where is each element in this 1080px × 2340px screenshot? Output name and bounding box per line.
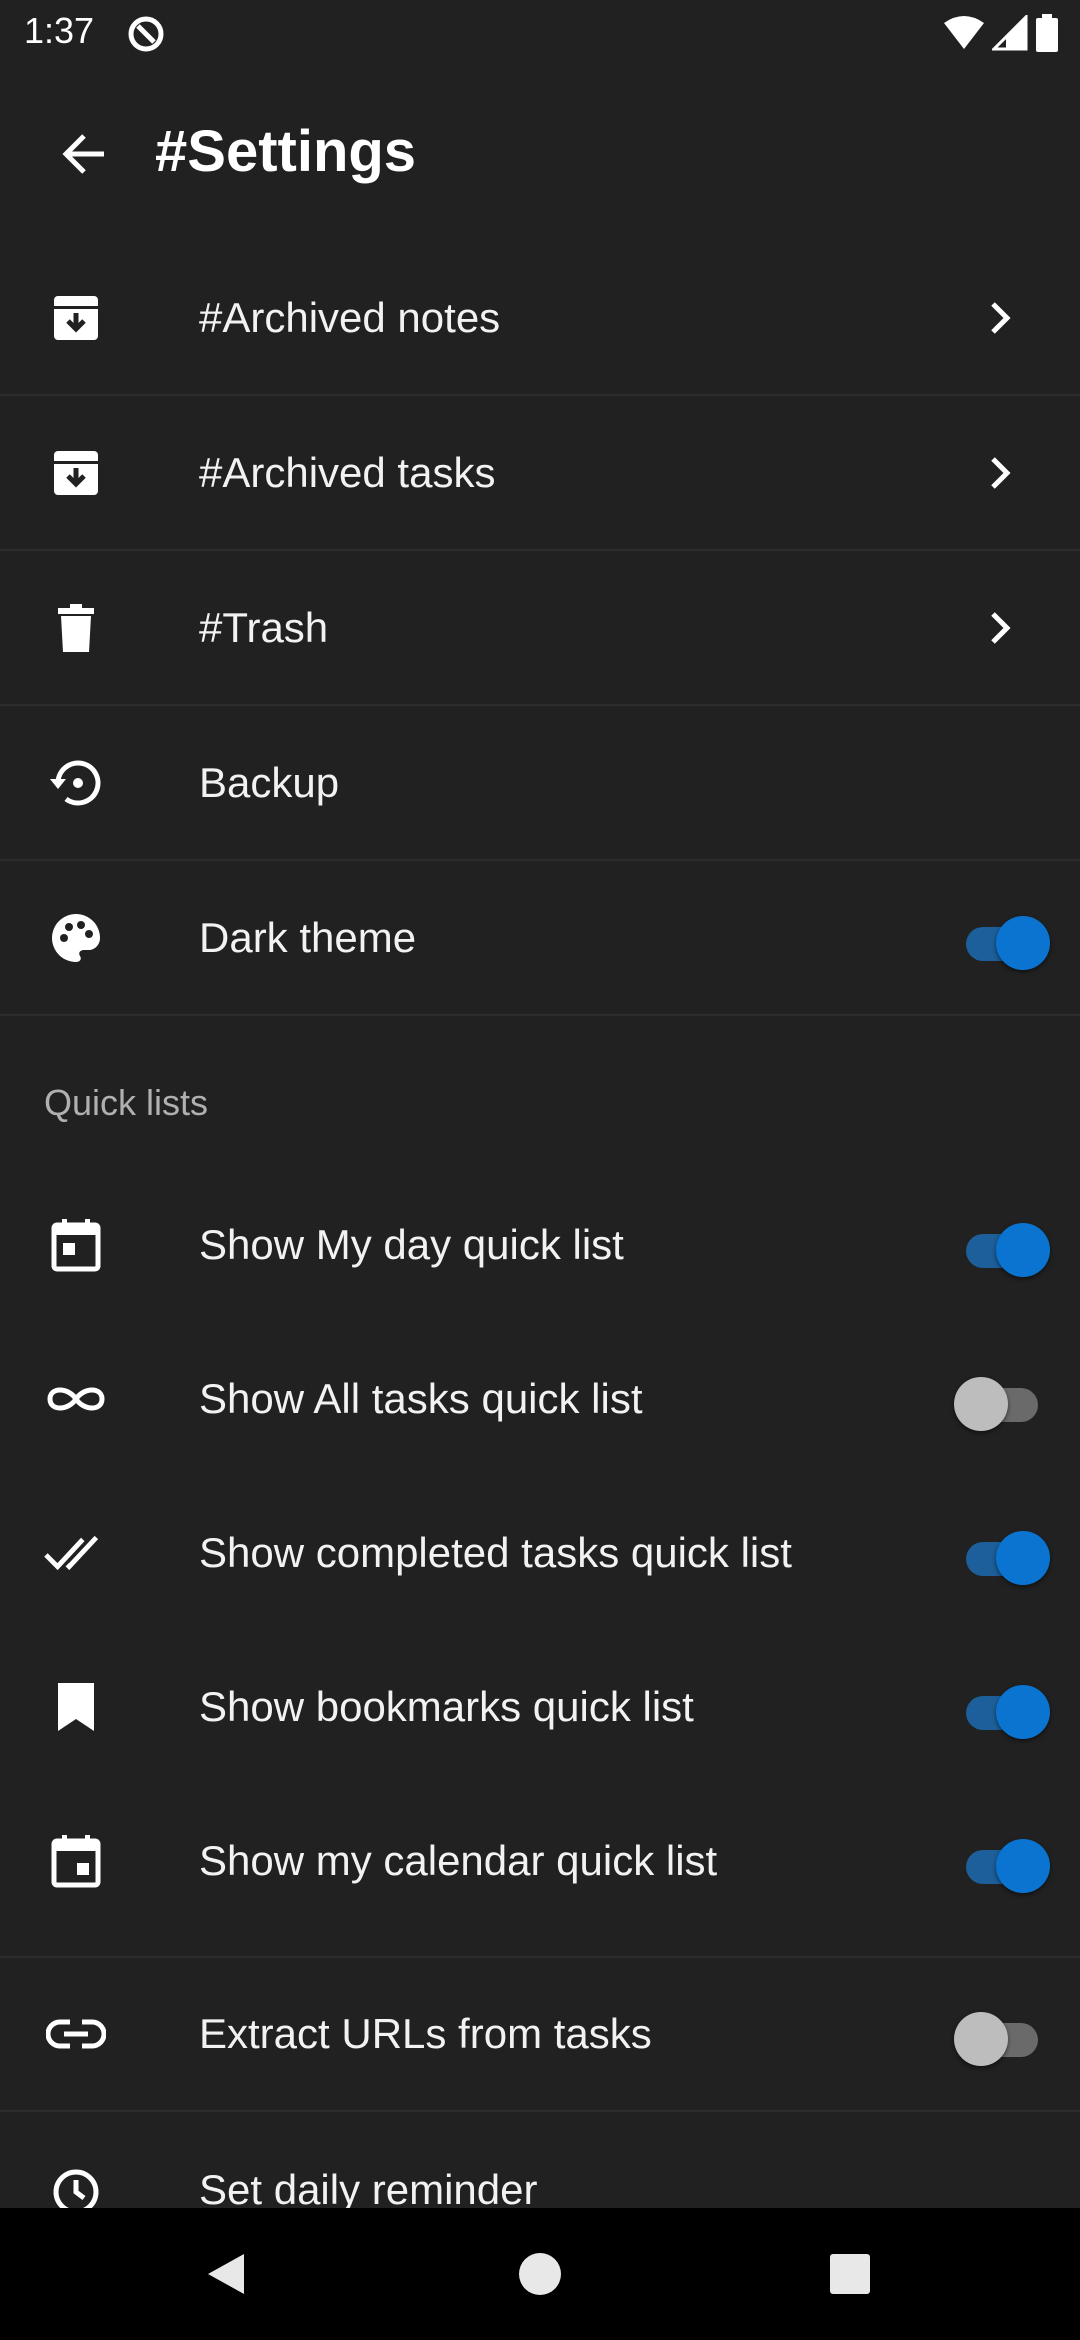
quick-list-all-tasks-row[interactable]: Show All tasks quick list — [0, 1322, 1080, 1476]
arrow-back-icon — [62, 134, 104, 174]
app-bar: #Settings — [0, 66, 1080, 242]
row-label: Show All tasks quick list — [199, 1375, 643, 1422]
battery-icon — [1036, 14, 1058, 57]
wifi-icon — [944, 15, 984, 56]
trash-icon — [44, 596, 108, 660]
quick-list-calendar-row[interactable]: Show my calendar quick list — [0, 1784, 1080, 1958]
quick-list-my-day-row[interactable]: Show My day quick list — [0, 1168, 1080, 1322]
row-label: Set daily reminder — [199, 2166, 538, 2213]
bookmarks-switch[interactable] — [954, 1677, 1050, 1739]
row-label: Extract URLs from tasks — [199, 2010, 652, 2057]
status-time: 1:37 — [24, 10, 95, 51]
row-label: Dark theme — [199, 914, 417, 961]
nav-home-icon — [519, 2253, 561, 2295]
row-label: Backup — [199, 759, 340, 806]
row-label: #Archived tasks — [199, 449, 496, 496]
double-check-icon — [44, 1521, 108, 1585]
quick-list-completed-row[interactable]: Show completed tasks quick list — [0, 1476, 1080, 1630]
chevron-right-icon — [991, 302, 1011, 334]
row-label: #Trash — [199, 604, 329, 651]
nav-recents-button[interactable] — [822, 2246, 878, 2302]
calendar-switch[interactable] — [954, 1831, 1050, 1893]
extract-urls-switch[interactable] — [954, 2004, 1050, 2066]
bookmark-icon — [44, 1675, 108, 1739]
calendar-event-icon — [44, 1829, 108, 1893]
calendar-today-icon — [44, 1213, 108, 1277]
all-tasks-switch[interactable] — [954, 1369, 1050, 1431]
row-label: Show bookmarks quick list — [199, 1683, 694, 1730]
nav-back-icon — [208, 2254, 244, 2294]
row-label: Show My day quick list — [199, 1221, 624, 1268]
quick-list-bookmarks-row[interactable]: Show bookmarks quick list — [0, 1630, 1080, 1784]
dark-theme-switch[interactable] — [954, 908, 1050, 970]
infinity-icon — [44, 1367, 108, 1431]
my-day-switch[interactable] — [954, 1215, 1050, 1277]
row-label: #Archived notes — [199, 294, 501, 341]
backup-restore-icon — [44, 751, 108, 815]
status-bar: 1:37 — [0, 0, 1080, 66]
back-button[interactable] — [52, 122, 116, 186]
archived-tasks-row[interactable]: #Archived tasks — [0, 397, 1080, 551]
row-label: Show completed tasks quick list — [199, 1529, 792, 1576]
link-icon — [44, 2002, 108, 2066]
backup-row[interactable]: Backup — [0, 707, 1080, 861]
trash-row[interactable]: #Trash — [0, 552, 1080, 706]
system-nav-bar — [0, 2208, 1080, 2340]
chevron-right-icon — [991, 612, 1011, 644]
section-header-quick-lists: Quick lists — [44, 1082, 209, 1123]
cell-signal-icon — [990, 13, 1028, 56]
archive-icon — [44, 286, 108, 350]
archive-icon — [44, 441, 108, 505]
palette-icon — [44, 906, 108, 970]
app-notification-icon — [126, 14, 166, 54]
extract-urls-row[interactable]: Extract URLs from tasks — [0, 1958, 1080, 2112]
page-title: #Settings — [155, 119, 417, 184]
completed-tasks-switch[interactable] — [954, 1523, 1050, 1585]
status-icons — [944, 13, 1058, 57]
nav-back-button[interactable] — [198, 2246, 254, 2302]
dark-theme-row[interactable]: Dark theme — [0, 862, 1080, 1016]
nav-recents-icon — [830, 2254, 870, 2294]
nav-home-button[interactable] — [512, 2246, 568, 2302]
archived-notes-row[interactable]: #Archived notes — [0, 242, 1080, 396]
chevron-right-icon — [991, 457, 1011, 489]
row-label: Show my calendar quick list — [199, 1837, 718, 1884]
